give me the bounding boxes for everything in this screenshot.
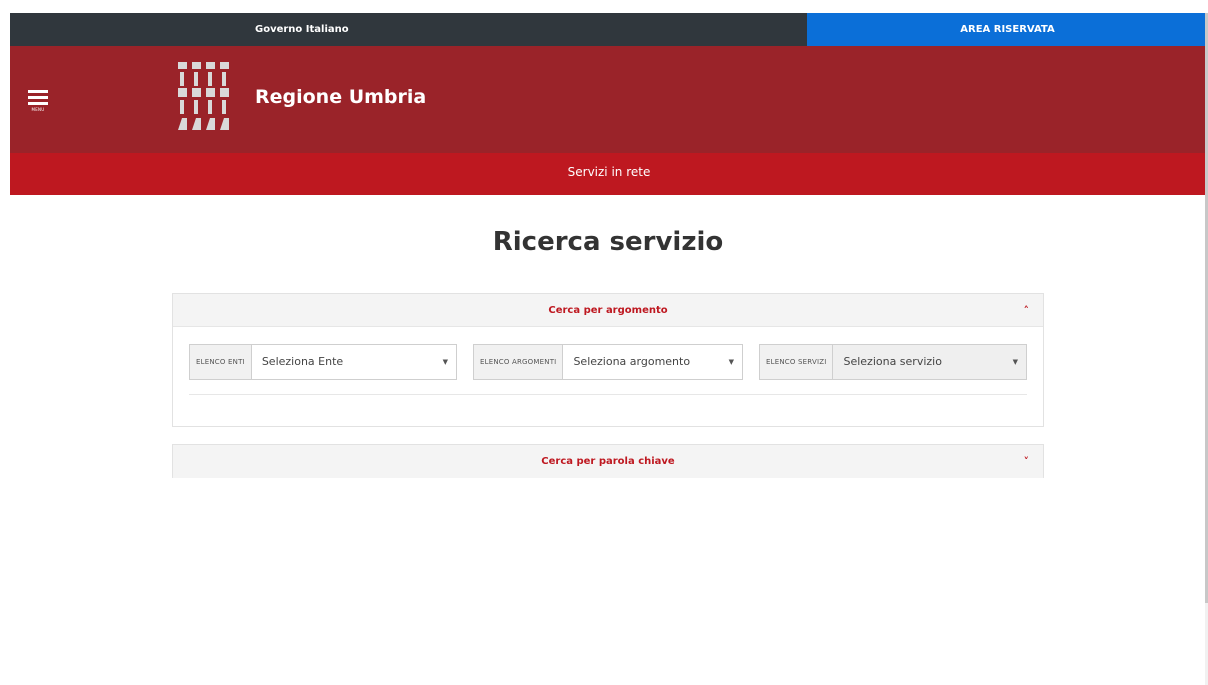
accordion-toggle-argomento[interactable]: Cerca per argomento ˄ [173,294,1043,327]
accordion-panel-parola-chiave: Cerca per parola chiave ˅ [172,444,1044,478]
hamburger-icon-bar [28,96,48,99]
select-value-text: Seleziona servizio [843,355,942,368]
select-value: Seleziona argomento ▼ [563,345,742,379]
governo-italiano-link[interactable]: Governo Italiano [10,13,807,46]
select-argomenti[interactable]: ELENCO ARGOMENTI Seleziona argomento ▼ [473,344,743,380]
menu-label: MENU [31,107,45,112]
caret-down-icon: ▼ [728,358,734,366]
logo-icon [178,62,229,130]
accordion-title: Cerca per argomento [548,305,668,316]
accordion-panel-argomento: Cerca per argomento ˄ ELENCO ENTI Selezi… [172,293,1044,427]
select-value: Seleziona Ente ▼ [252,345,456,379]
select-enti[interactable]: ELENCO ENTI Seleziona Ente ▼ [189,344,457,380]
accordion-toggle-parola-chiave[interactable]: Cerca per parola chiave ˅ [173,445,1043,478]
select-value-text: Seleziona argomento [573,355,691,368]
servizi-in-rete-bar[interactable]: Servizi in rete [10,153,1208,195]
page-title: Ricerca servizio [492,227,724,257]
menu-button[interactable]: MENU [28,90,48,112]
site-title[interactable]: Regione Umbria [255,86,426,108]
area-riservata-button[interactable]: AREA RISERVATA [807,13,1208,46]
select-servizi[interactable]: ELENCO SERVIZI Seleziona servizio ▼ [759,344,1027,380]
accordion-title: Cerca per parola chiave [541,456,675,467]
hamburger-icon [28,90,48,93]
hamburger-icon-bar [28,102,48,105]
caret-down-icon: ▼ [1012,358,1018,366]
site-header: MENU Regione Umbria [10,46,1208,153]
filter-selects: ELENCO ENTI Seleziona Ente ▼ ELENCO ARGO… [189,344,1027,380]
select-label: ELENCO SERVIZI [760,345,834,379]
page: Governo Italiano AREA RISERVATA MENU Reg… [0,0,1208,685]
select-value: Seleziona servizio ▼ [833,345,1026,379]
select-label: ELENCO ENTI [190,345,252,379]
chevron-down-icon: ˅ [1023,455,1030,468]
top-bar: Governo Italiano AREA RISERVATA [10,13,1208,46]
caret-down-icon: ▼ [442,358,448,366]
select-value-text: Seleziona Ente [261,355,344,368]
divider [189,394,1027,395]
chevron-up-icon: ˄ [1023,304,1030,317]
regione-umbria-logo[interactable] [178,60,234,136]
select-label: ELENCO ARGOMENTI [474,345,564,379]
